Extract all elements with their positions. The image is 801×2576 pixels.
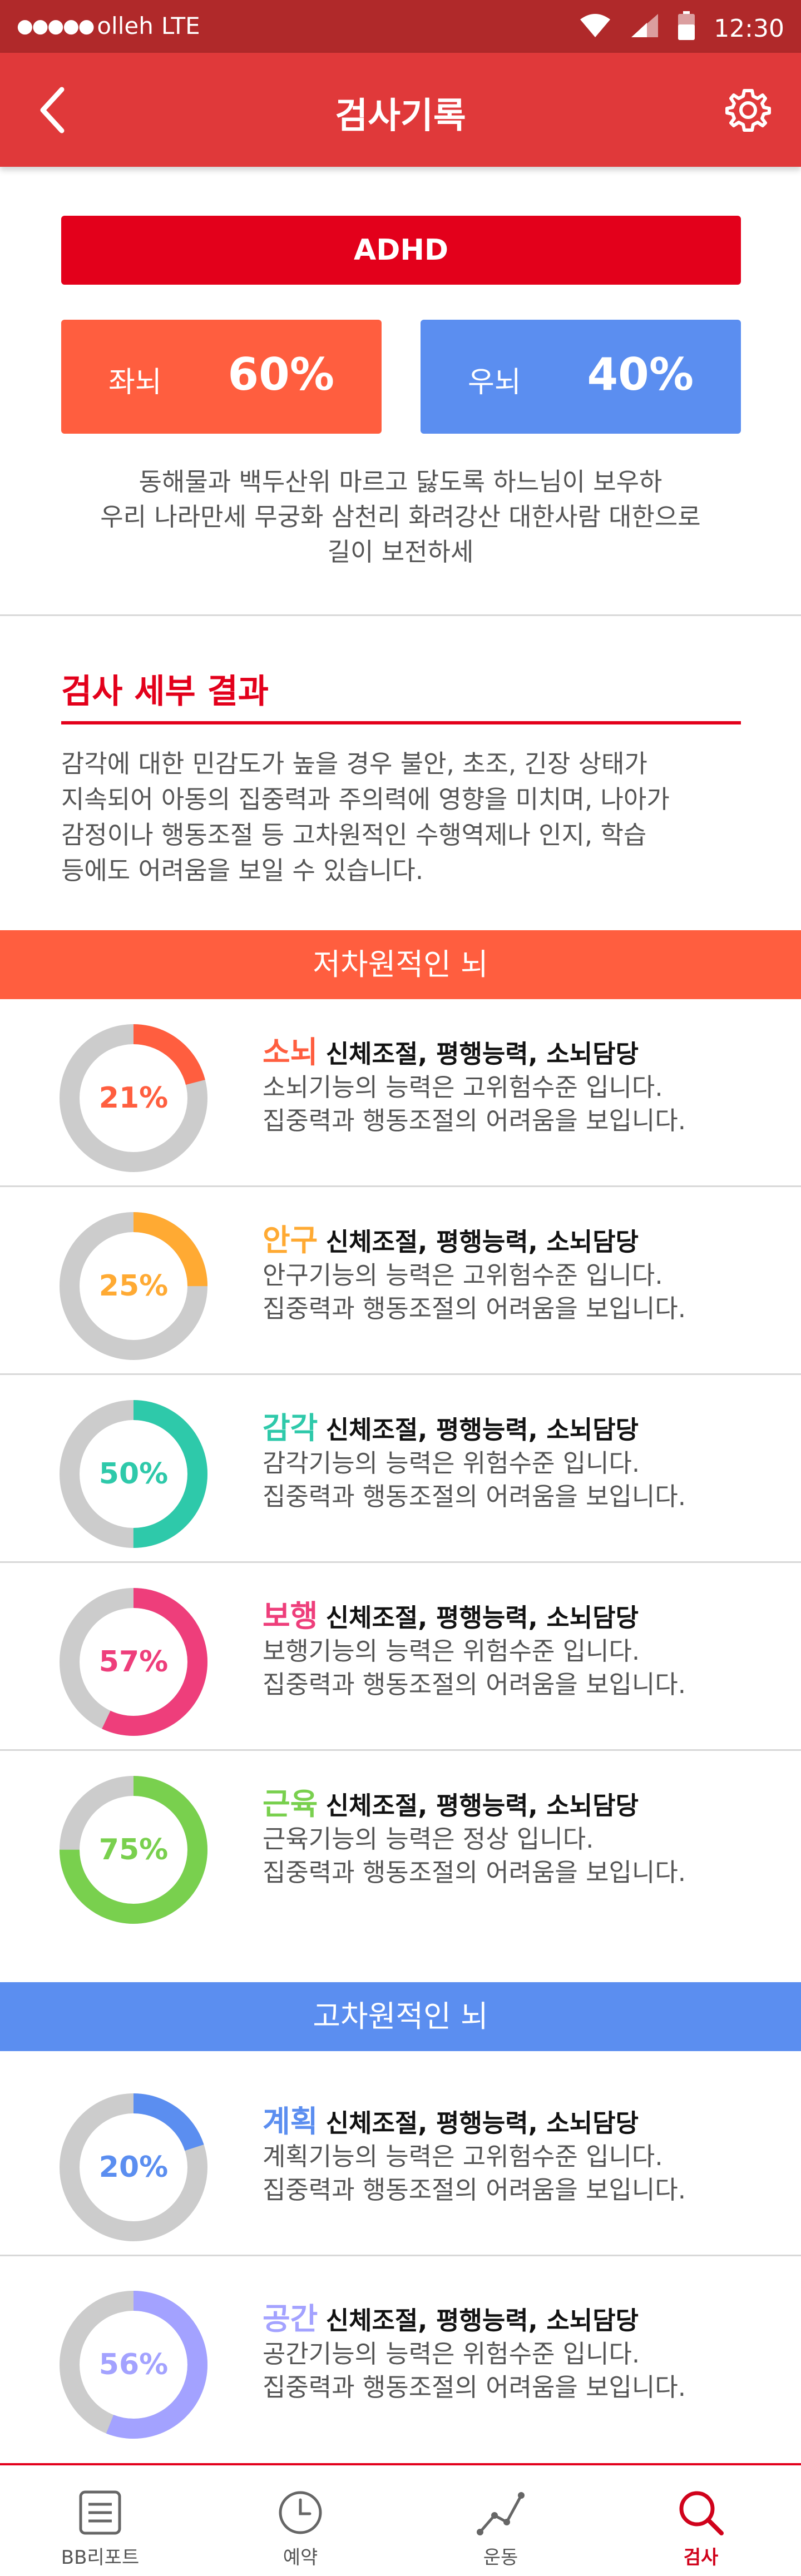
page-title: 검사기록 <box>335 96 466 137</box>
left-brain-card: 좌뇌 60% <box>61 320 382 434</box>
item-name: 공간 <box>263 2301 318 2336</box>
result-item[interactable]: 25% 안구 신체조절, 평행능력, 소뇌담당 안구기능의 능력은 고위험수준 … <box>0 1187 801 1375</box>
item-name: 계획 <box>263 2104 318 2139</box>
item-divider <box>0 2255 801 2256</box>
section-header-low: 저차원적인 뇌 <box>0 930 801 999</box>
result-item[interactable]: 50% 감각 신체조절, 평행능력, 소뇌담당 감각기능의 능력은 위험수준 입… <box>0 1375 801 1563</box>
percent-label: 20% <box>98 2151 169 2184</box>
section-divider <box>0 614 801 616</box>
percent-label: 56% <box>98 2348 169 2381</box>
clock-time: 12:30 <box>714 14 784 43</box>
detail-text: 감각에 대한 민감도가 높을 경우 불안, 초조, 긴장 상태가 지속되어 아동… <box>61 746 751 889</box>
detail-line: 감각에 대한 민감도가 높을 경우 불안, 초조, 긴장 상태가 <box>61 749 647 778</box>
item-line-1: 소뇌기능의 능력은 고위험수준 입니다. <box>263 1073 663 1102</box>
report-icon <box>79 2490 121 2535</box>
item-tags: 신체조절, 평행능력, 소뇌담당 <box>325 1415 639 1445</box>
gear-icon <box>725 89 771 132</box>
result-item[interactable]: 56% 공간 신체조절, 평행능력, 소뇌담당 공간기능의 능력은 위험수준 입… <box>0 2266 801 2454</box>
left-brain-label: 좌뇌 <box>108 366 162 399</box>
status-right: 12:30 <box>579 11 784 46</box>
nav-item-exercise[interactable]: 운동 <box>400 2465 601 2576</box>
item-tags: 신체조절, 평행능력, 소뇌담당 <box>325 1227 639 1257</box>
cell-signal-icon <box>630 13 659 44</box>
percent-label: 75% <box>98 1833 169 1867</box>
item-text: 공간 신체조절, 평행능력, 소뇌담당 공간기능의 능력은 위험수준 입니다. … <box>263 2302 686 2404</box>
item-line-2: 집중력과 행동조절의 어려움을 보입니다. <box>263 2175 686 2205</box>
percent-label: 57% <box>98 1645 169 1679</box>
item-name: 감각 <box>263 1411 318 1446</box>
item-line-1: 안구기능의 능력은 고위험수준 입니다. <box>263 1260 663 1290</box>
result-item[interactable]: 75% 근육 신체조절, 평행능력, 소뇌담당 근육기능의 능력은 정상 입니다… <box>0 1751 801 1939</box>
item-name: 근육 <box>263 1786 318 1821</box>
exercise-graph-icon <box>477 2492 525 2535</box>
nav-item-test[interactable]: 검사 <box>601 2465 801 2576</box>
app-bar: 검사기록 <box>0 53 801 167</box>
item-line-2: 집중력과 행동조절의 어려움을 보입니다. <box>263 1294 686 1323</box>
item-tags: 신체조절, 평행능력, 소뇌담당 <box>325 1791 639 1820</box>
result-item[interactable]: 57% 보행 신체조절, 평행능력, 소뇌담당 보행기능의 능력은 위험수준 입… <box>0 1563 801 1751</box>
nav-item-report[interactable]: BB리포트 <box>0 2465 200 2576</box>
item-line-1: 공간기능의 능력은 위험수준 입니다. <box>263 2339 640 2369</box>
right-brain-percent: 40% <box>587 349 694 400</box>
clock-icon <box>279 2491 322 2534</box>
percent-label: 21% <box>98 1081 169 1115</box>
item-text: 감각 신체조절, 평행능력, 소뇌담당 감각기능의 능력은 위험수준 입니다. … <box>263 1412 686 1513</box>
item-text: 계획 신체조절, 평행능력, 소뇌담당 계획기능의 능력은 고위험수준 입니다.… <box>263 2105 686 2207</box>
item-line-2: 집중력과 행동조절의 어려움을 보입니다. <box>263 1106 686 1135</box>
item-text: 안구 신체조절, 평행능력, 소뇌담당 안구기능의 능력은 고위험수준 입니다.… <box>263 1224 686 1326</box>
result-item[interactable]: 20% 계획 신체조절, 평행능력, 소뇌담당 계획기능의 능력은 고위험수준 … <box>0 2068 801 2256</box>
network-type: LTE <box>161 12 200 39</box>
status-bar: ●●●●● olleh LTE 12:30 <box>0 0 801 53</box>
settings-button[interactable] <box>723 85 773 135</box>
item-line-1: 보행기능의 능력은 위험수준 입니다. <box>263 1636 640 1666</box>
battery-icon <box>678 11 695 46</box>
item-tags: 신체조절, 평행능력, 소뇌담당 <box>325 1039 639 1069</box>
item-name: 안구 <box>263 1223 318 1258</box>
diagnosis-banner: ADHD <box>61 216 741 285</box>
nav-item-reservation[interactable]: 예약 <box>200 2465 400 2576</box>
detail-line: 등에도 어려움을 보일 수 있습니다. <box>61 856 424 885</box>
item-tags: 신체조절, 평행능력, 소뇌담당 <box>325 1603 639 1632</box>
right-brain-card: 우뇌 40% <box>421 320 741 434</box>
detail-title: 검사 세부 결과 <box>61 672 269 711</box>
result-item[interactable]: 21% 소뇌 신체조절, 평행능력, 소뇌담당 소뇌기능의 능력은 고위험수준 … <box>0 999 801 1187</box>
summary-line: 길이 보전하세 <box>327 537 474 567</box>
item-line-1: 근육기능의 능력은 정상 입니다. <box>263 1824 594 1854</box>
item-text: 근육 신체조절, 평행능력, 소뇌담당 근육기능의 능력은 정상 입니다. 집중… <box>263 1788 686 1889</box>
nav-label-test: 검사 <box>683 2547 719 2569</box>
summary-text: 동해물과 백두산위 마르고 닳도록 하느님이 보우하 우리 나라만세 무궁화 삼… <box>50 464 751 569</box>
nav-label-reservation: 예약 <box>283 2547 318 2569</box>
item-line-2: 집중력과 행동조절의 어려움을 보입니다. <box>263 2372 686 2402</box>
item-line-2: 집중력과 행동조절의 어려움을 보입니다. <box>263 1858 686 1887</box>
detail-line: 지속되어 아동의 집중력과 주의력에 영향을 미치며, 나아가 <box>61 785 670 814</box>
percent-label: 50% <box>98 1457 169 1491</box>
item-line-2: 집중력과 행동조절의 어려움을 보입니다. <box>263 1670 686 1699</box>
item-line-1: 감각기능의 능력은 위험수준 입니다. <box>263 1448 640 1478</box>
status-left: ●●●●● olleh LTE <box>17 12 200 39</box>
nav-label-exercise: 운동 <box>483 2547 518 2569</box>
section-header-high: 고차원적인 뇌 <box>0 1982 801 2051</box>
item-tags: 신체조절, 평행능력, 소뇌담당 <box>325 2108 639 2138</box>
item-name: 보행 <box>263 1599 318 1634</box>
item-line-1: 계획기능의 능력은 고위험수준 입니다. <box>263 2142 663 2171</box>
item-name: 소뇌 <box>263 1035 318 1070</box>
item-text: 보행 신체조절, 평행능력, 소뇌담당 보행기능의 능력은 위험수준 입니다. … <box>263 1600 686 1701</box>
wifi-icon <box>579 13 611 44</box>
item-line-2: 집중력과 행동조절의 어려움을 보입니다. <box>263 1482 686 1511</box>
item-text: 소뇌 신체조절, 평행능력, 소뇌담당 소뇌기능의 능력은 고위험수준 입니다.… <box>263 1036 686 1138</box>
detail-title-underline <box>61 721 741 724</box>
item-tags: 신체조절, 평행능력, 소뇌담당 <box>325 2306 639 2335</box>
summary-line: 우리 나라만세 무궁화 삼천리 화려강산 대한사람 대한으로 <box>100 502 701 532</box>
left-brain-percent: 60% <box>228 349 334 400</box>
percent-label: 25% <box>98 1269 169 1303</box>
search-icon <box>679 2491 724 2535</box>
bottom-nav: BB리포트 예약 운동 검사 <box>0 2463 801 2576</box>
carrier-name: olleh <box>97 12 154 39</box>
detail-line: 감정이나 행동조절 등 고차원적인 수행역제나 인지, 학습 <box>61 820 647 850</box>
summary-line: 동해물과 백두산위 마르고 닳도록 하느님이 보우하 <box>139 467 662 497</box>
nav-label-report: BB리포트 <box>61 2547 140 2569</box>
right-brain-label: 우뇌 <box>468 366 521 399</box>
signal-dots: ●●●●● <box>17 14 95 37</box>
